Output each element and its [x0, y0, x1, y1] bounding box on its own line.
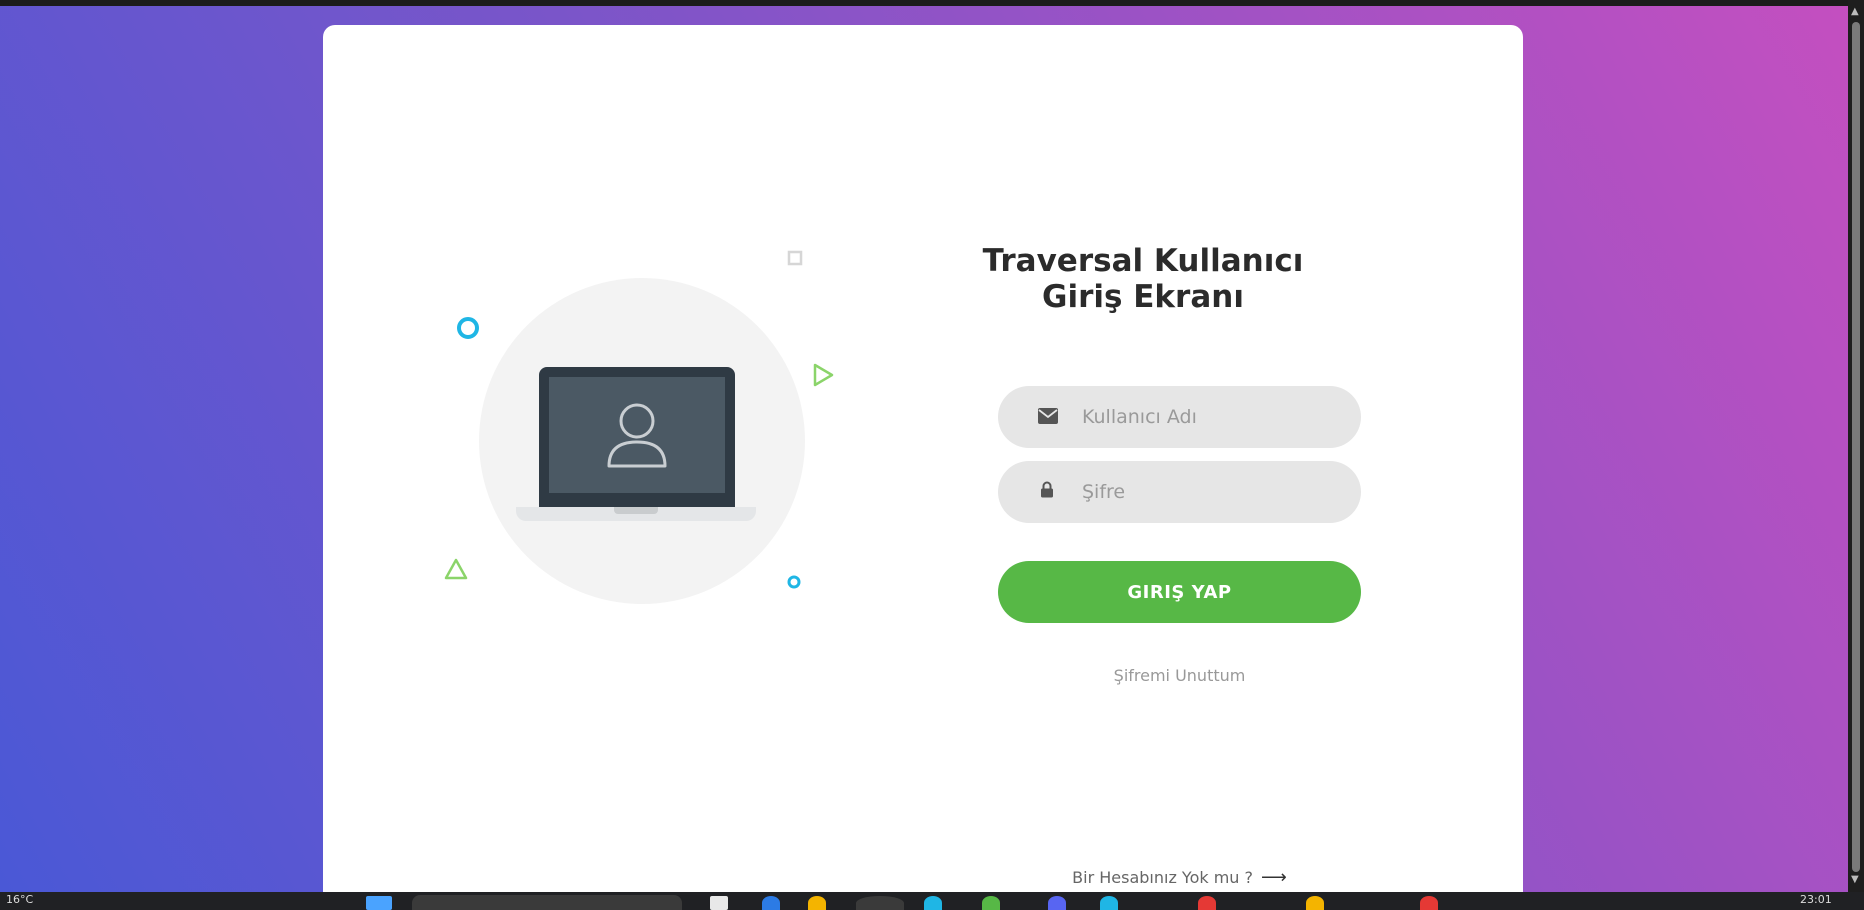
- decor-triangle-right-icon: [813, 363, 834, 387]
- file-explorer-icon[interactable]: [710, 896, 728, 910]
- start-menu-icon[interactable]: [366, 896, 392, 910]
- taskbar-search[interactable]: [412, 895, 682, 910]
- app-icon-1[interactable]: [762, 896, 780, 910]
- scroll-down-icon[interactable]: ▼: [1851, 874, 1859, 885]
- login-card: Traversal Kullanıcı Giriş Ekranı GIRIŞ Y…: [323, 25, 1523, 892]
- login-button[interactable]: GIRIŞ YAP: [998, 561, 1361, 623]
- app-icon-7[interactable]: [1100, 896, 1118, 910]
- arrow-right-icon: ⟶: [1261, 867, 1287, 888]
- title-line-1: Traversal Kullanıcı: [982, 243, 1304, 279]
- app-icon-3[interactable]: [856, 896, 904, 910]
- browser-top-edge: [0, 0, 1864, 6]
- decor-square-icon: [787, 250, 803, 266]
- app-icon-6[interactable]: [1048, 896, 1066, 910]
- signup-link[interactable]: Bir Hesabınız Yok mu ? ⟶: [998, 867, 1361, 888]
- decor-circle-icon: [457, 317, 479, 339]
- login-illustration: [323, 25, 923, 892]
- forgot-password-label: Şifremi Unuttum: [1113, 666, 1246, 685]
- page-background: Traversal Kullanıcı Giriş Ekranı GIRIŞ Y…: [0, 0, 1848, 892]
- app-icon-10[interactable]: [1420, 896, 1438, 910]
- os-taskbar: 16°C 23:01: [0, 892, 1864, 910]
- lock-icon: [1041, 481, 1053, 498]
- scrollbar-thumb[interactable]: [1852, 22, 1860, 872]
- taskbar-weather[interactable]: 16°C: [6, 893, 33, 906]
- app-icon-9[interactable]: [1306, 896, 1324, 910]
- forgot-password-link[interactable]: Şifremi Unuttum: [998, 666, 1361, 685]
- username-field[interactable]: [998, 386, 1361, 448]
- user-icon: [607, 403, 667, 468]
- app-icon-8[interactable]: [1198, 896, 1216, 910]
- page-scrollbar[interactable]: ▲ ▼: [1848, 0, 1864, 892]
- envelope-icon: [1038, 408, 1058, 424]
- password-input[interactable]: [1082, 461, 1342, 523]
- signup-label: Bir Hesabınız Yok mu ?: [1072, 868, 1254, 887]
- password-field[interactable]: [998, 461, 1361, 523]
- app-icon-4[interactable]: [924, 896, 942, 910]
- scroll-up-icon[interactable]: ▲: [1851, 6, 1859, 17]
- app-icon-5[interactable]: [982, 896, 1000, 910]
- decor-small-circle-icon: [787, 575, 801, 589]
- page-title: Traversal Kullanıcı Giriş Ekranı: [963, 243, 1323, 315]
- laptop-notch: [614, 507, 658, 514]
- title-line-2: Giriş Ekranı: [1042, 279, 1244, 315]
- decor-triangle-up-icon: [444, 558, 468, 580]
- username-input[interactable]: [1082, 386, 1342, 448]
- app-icon-2[interactable]: [808, 896, 826, 910]
- taskbar-clock[interactable]: 23:01: [1800, 893, 1832, 906]
